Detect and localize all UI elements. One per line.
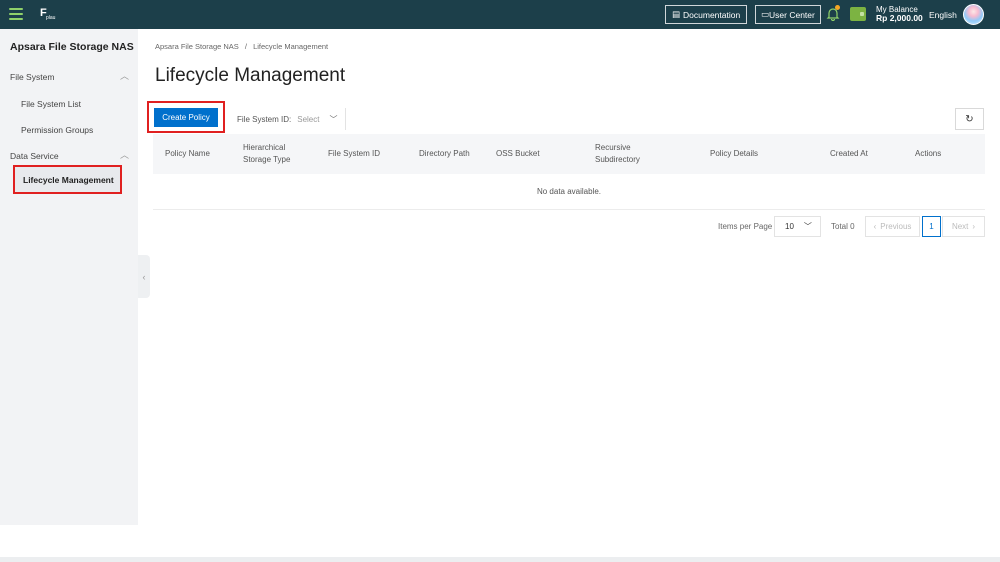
breadcrumb-separator: / [244,42,247,51]
user-center-label: User Center [769,9,815,20]
column-header: OSS Bucket [496,149,540,158]
footer-bar [0,557,1000,562]
chevron-left-icon: ‹ [873,222,877,231]
items-per-page-label: Items per Page [718,222,773,231]
column-header: Created At [830,149,868,158]
chevron-left-icon: ‹ [142,271,146,282]
logo-sub-text: plau [46,15,56,21]
balance-value: Rp 2,000.00 [876,13,923,23]
breadcrumb-current: Lifecycle Management [253,42,329,51]
sidebar-item-file-system-list[interactable]: File System List [21,99,81,109]
chevron-up-icon[interactable]: ︿ [120,69,129,82]
refresh-icon: ↻ [965,113,974,125]
items-per-page-value: 10 [785,222,794,231]
sidebar: Apsara File Storage NAS File System ︿ Fi… [0,29,138,525]
avatar[interactable] [963,4,984,25]
top-bar: F plau ▤ Documentation ▭ User Center My … [0,0,1000,29]
column-header: Directory Path [419,149,470,158]
next-label: Next [951,222,969,231]
logo[interactable]: F plau [40,7,58,22]
page-number-button[interactable]: 1 [922,216,941,237]
column-header: Hierarchical Storage Type [243,143,291,164]
page-title: Lifecycle Management [155,65,346,86]
column-header: Actions [915,149,942,158]
file-system-id-filter[interactable]: File System ID: Select ﹀ [231,108,346,130]
chevron-up-icon[interactable]: ︿ [120,148,129,161]
create-policy-button[interactable]: Create Policy [154,108,218,127]
documentation-label: Documentation [683,9,741,20]
chevron-down-icon: ﹀ [329,114,338,124]
notification-badge [835,5,840,10]
refresh-button[interactable]: ↻ [955,108,984,130]
user-center-button[interactable]: ▭ User Center [755,5,821,24]
column-header: Policy Details [710,149,759,158]
sidebar-title: Apsara File Storage NAS [10,41,134,53]
previous-page-button[interactable]: ‹ Previous [865,216,920,237]
filter-label: File System ID: [237,114,292,124]
balance-display[interactable]: My Balance Rp 2,000.00 [876,5,923,23]
menu-icon[interactable] [9,8,23,20]
wallet-icon[interactable] [850,7,866,21]
documentation-button[interactable]: ▤ Documentation [665,5,748,24]
empty-state: No data available. [153,174,985,210]
chat-icon: ▭ [761,9,770,19]
language-selector[interactable]: English [929,10,957,20]
chevron-right-icon: › [972,222,976,231]
create-policy-highlight: Create Policy [147,101,225,133]
sidebar-group-data-service[interactable]: Data Service [10,151,59,161]
previous-label: Previous [880,222,912,231]
document-icon: ▤ [672,9,681,19]
chevron-down-icon: ﹀ [803,222,812,231]
total-count: Total 0 [831,222,855,231]
column-header: File System ID [328,149,381,158]
table-header: Policy Name Hierarchical Storage Type Fi… [153,134,985,174]
sidebar-group-file-system[interactable]: File System [10,72,54,82]
column-header: Policy Name [165,149,210,158]
breadcrumb: Apsara File Storage NAS / Lifecycle Mana… [155,42,328,51]
column-header: Recursive Subdirectory [595,143,640,164]
sidebar-item-lifecycle-management[interactable]: Lifecycle Management [13,165,122,194]
sidebar-collapse-handle[interactable]: ‹ [138,255,150,298]
next-page-button[interactable]: Next › [942,216,985,237]
sidebar-item-permission-groups[interactable]: Permission Groups [21,125,93,135]
filter-placeholder: Select [297,114,320,124]
items-per-page-select[interactable]: 10 ﹀ [774,216,821,237]
breadcrumb-root[interactable]: Apsara File Storage NAS [155,42,239,51]
